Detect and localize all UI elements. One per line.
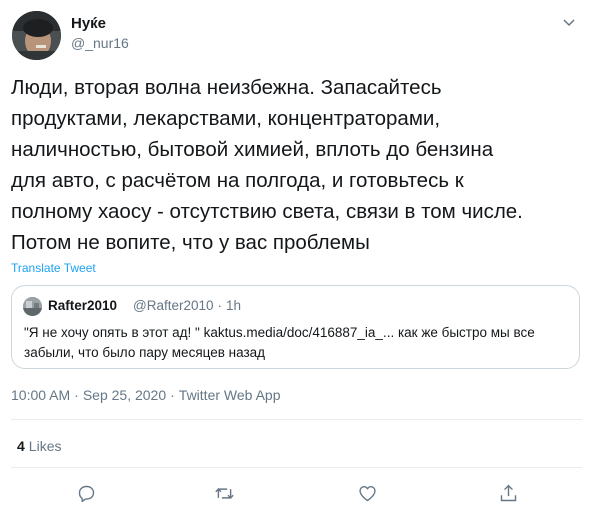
quote-display-name: Rafter2010	[48, 298, 118, 313]
retweet-icon	[214, 487, 234, 499]
divider	[11, 467, 582, 468]
source-separator: ·	[170, 387, 175, 403]
display-name[interactable]: Нуќе	[71, 15, 106, 32]
avatar-image	[12, 11, 61, 60]
avatar[interactable]	[12, 11, 61, 60]
quoted-tweet[interactable]: Rafter2010 @Rafter2010 · 1h "Я не хочу опя…	[11, 285, 580, 369]
tweet-date[interactable]: Sep 25, 2020	[83, 387, 166, 403]
quote-age: 1h	[226, 298, 242, 313]
tweet-text: Люди, вторая волна неизбежна. Запасайтес…	[11, 76, 523, 254]
divider	[11, 419, 582, 420]
likes-label: Likes	[28, 438, 62, 454]
timestamp-separator: ·	[74, 387, 79, 403]
share-icon	[500, 484, 516, 501]
share-button[interactable]	[494, 479, 522, 507]
retweet-button[interactable]	[210, 479, 238, 507]
tweet-time[interactable]: 10:00 AM	[11, 387, 70, 403]
reply-button[interactable]	[72, 479, 100, 507]
quote-separator: ·	[217, 298, 223, 313]
translate-tweet-link[interactable]: Translate Tweet	[11, 261, 96, 275]
timestamp-row: 10:00 AM · Sep 25, 2020 · Twitter Web App	[11, 387, 284, 403]
quote-avatar	[23, 297, 42, 316]
tweet-source[interactable]: Twitter Web App	[179, 387, 281, 403]
tweet-card: Нуќе @_nur16 Люди, вторая волна неизбежн…	[0, 0, 593, 525]
chevron-down-icon[interactable]	[561, 14, 577, 30]
likes-stat[interactable]: 4 Likes	[17, 438, 61, 454]
reply-icon	[78, 485, 94, 502]
likes-count: 4	[17, 438, 25, 454]
user-handle[interactable]: @_nur16	[71, 35, 129, 51]
quote-meta: @Rafter2010 · 1h	[133, 298, 245, 313]
heart-icon	[358, 485, 376, 501]
quote-handle: @Rafter2010	[133, 298, 214, 313]
like-button[interactable]	[353, 479, 381, 507]
quote-text: "Я не хочу опять в этот ад! " kaktus.med…	[24, 325, 535, 360]
